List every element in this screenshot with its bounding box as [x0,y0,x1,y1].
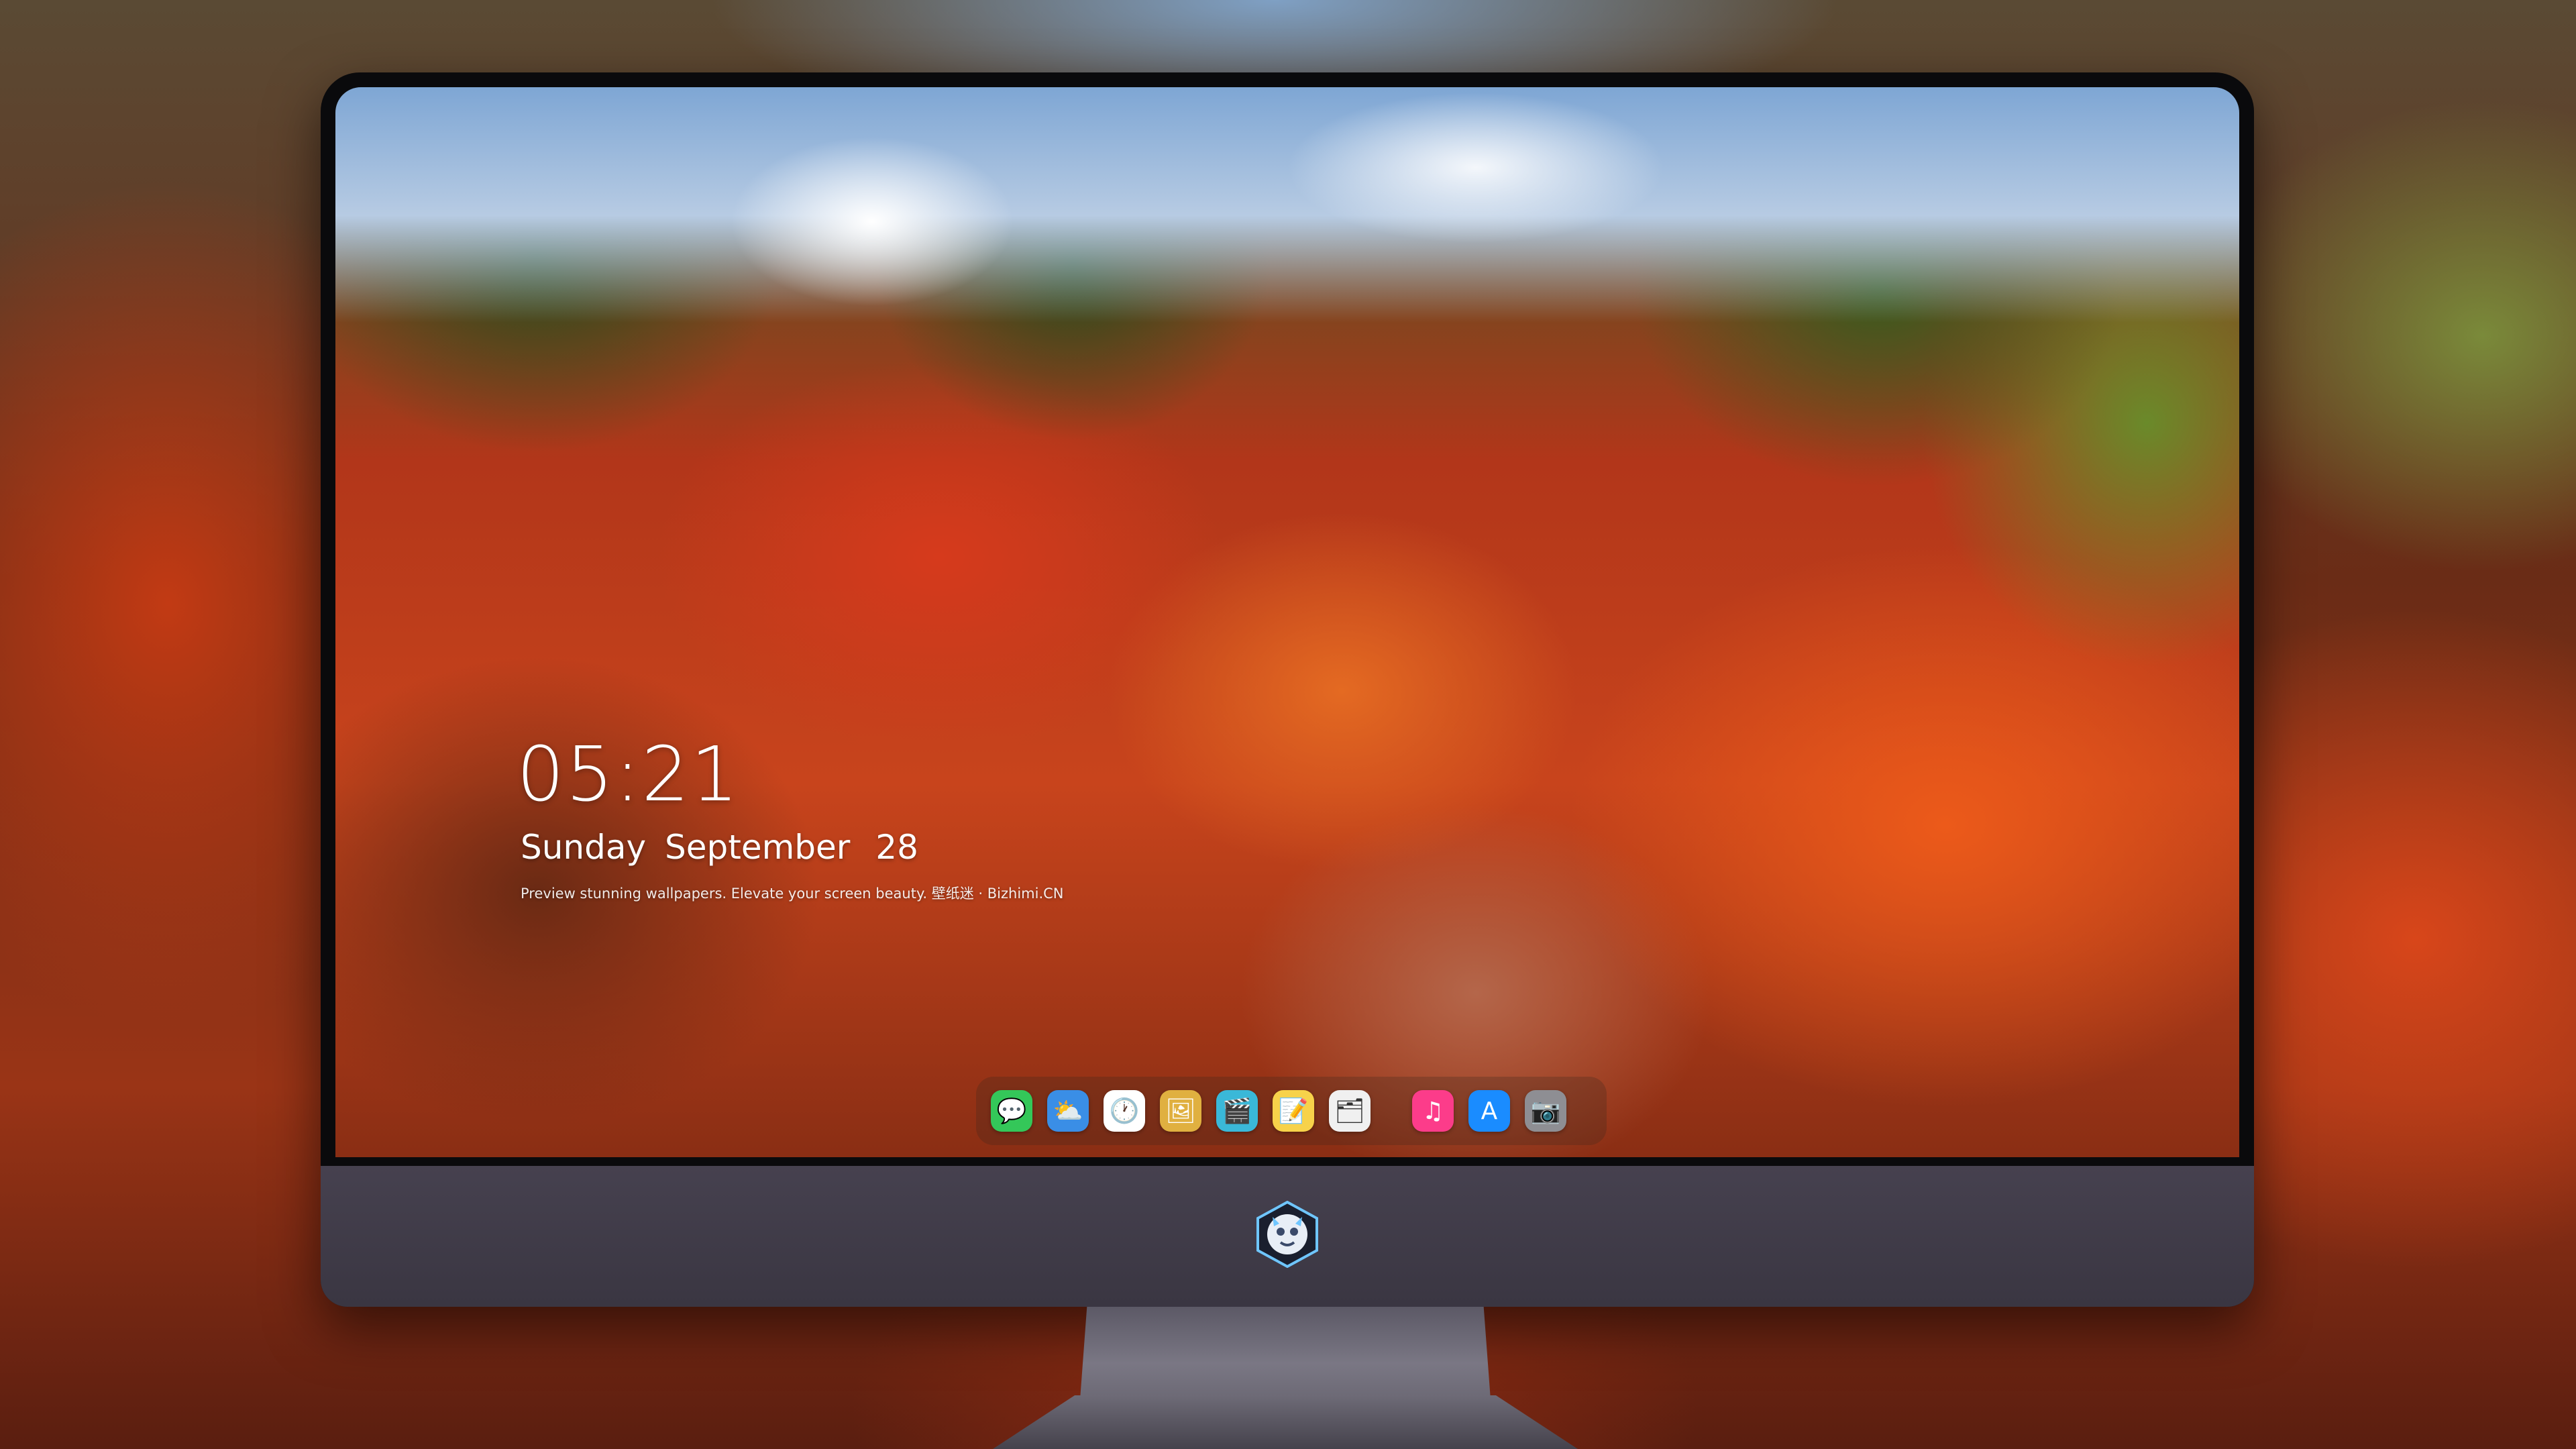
app-store-icon[interactable]: A [1468,1090,1510,1132]
messages-icon[interactable]: 💬 [991,1090,1032,1132]
lock-screen-caption: Preview stunning wallpapers. Elevate you… [521,885,1064,902]
monitor: 05:21 Sunday September 28 Preview stunni… [321,72,2254,1307]
monitor-chin [321,1166,2254,1307]
camera-icon[interactable]: 📷 [1525,1090,1566,1132]
monitor-stand-base [993,1395,1578,1449]
screen-wallpaper: 05:21 Sunday September 28 Preview stunni… [335,87,2239,1157]
lock-screen-time: 05:21 [517,731,740,818]
lock-screen-weekday: Sunday [521,828,647,867]
lock-screen-day: 28 [875,828,918,867]
photos-gallery-icon[interactable]: 🗂 [1329,1090,1371,1132]
music-icon[interactable]: ♫ [1412,1090,1454,1132]
weather-icon[interactable]: ⛅ [1047,1090,1089,1132]
lock-screen-month: September [665,828,851,867]
notes-icon[interactable]: 📝 [1273,1090,1314,1132]
claquette-icon[interactable]: 🎬 [1216,1090,1258,1132]
lock-screen-date: Sunday September 28 [521,828,926,867]
preview-icon[interactable]: 🖼 [1160,1090,1201,1132]
clock-icon[interactable]: 🕐 [1104,1090,1145,1132]
brand-logo-icon [1256,1201,1318,1268]
dock: 💬 ⛅ 🕐 🖼 🎬 📝 🗂 ♫ A 📷 [976,1077,1607,1145]
